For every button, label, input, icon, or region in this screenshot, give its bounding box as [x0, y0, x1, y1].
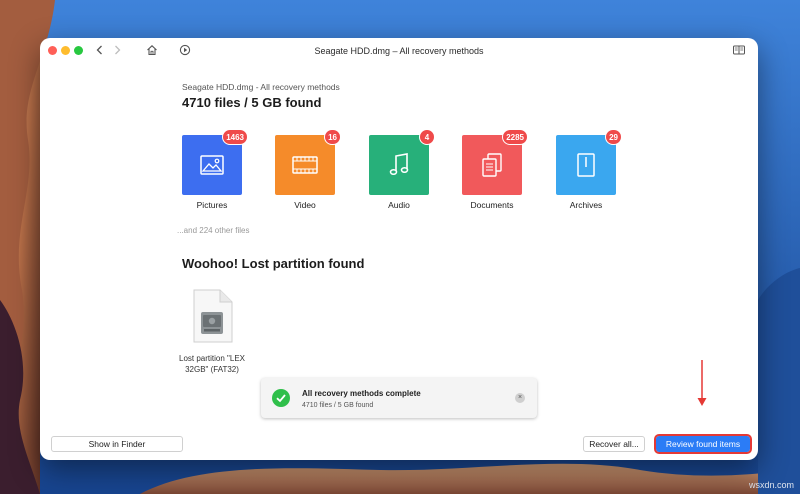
notification-subtitle: 4710 files / 5 GB found — [302, 402, 374, 409]
recover-all-button[interactable]: Recover all... — [583, 436, 645, 452]
app-window: Seagate HDD.dmg – All recovery methods S… — [40, 38, 758, 460]
music-note-icon — [389, 153, 409, 176]
category-pictures[interactable]: 1463 Pictures — [182, 129, 248, 210]
checkmark-icon — [272, 389, 290, 407]
documents-tile[interactable]: 2285 — [462, 129, 528, 195]
close-notification-icon[interactable]: × — [515, 393, 525, 403]
film-icon — [292, 156, 318, 174]
red-arrow-annotation-icon — [697, 360, 707, 406]
category-archives[interactable]: 29 Archives — [556, 129, 622, 210]
archives-tile[interactable]: 29 — [556, 129, 622, 195]
watermark-text: wsxdn.com — [748, 480, 794, 490]
show-in-finder-button[interactable]: Show in Finder — [51, 436, 183, 452]
sidebar-toggle-icon[interactable] — [732, 43, 746, 57]
category-video[interactable]: 16 Video — [275, 129, 341, 210]
pictures-count-badge: 1463 — [222, 129, 248, 145]
files-found-headline: 4710 files / 5 GB found — [182, 95, 322, 110]
category-label: Pictures — [196, 200, 228, 210]
category-label: Audio — [388, 200, 410, 210]
lost-partition-item[interactable]: Lost partition "LEX 32GB" (FAT32) — [168, 288, 256, 375]
video-count-badge: 16 — [324, 129, 341, 145]
category-label: Documents — [470, 200, 514, 210]
picture-icon — [200, 155, 224, 175]
archive-icon — [577, 153, 595, 177]
category-audio[interactable]: 4 Audio — [369, 129, 435, 210]
review-found-items-button[interactable]: Review found items — [654, 434, 752, 454]
lost-partition-label-line2: 32GB" (FAT32) — [185, 365, 239, 374]
scan-subtitle: Seagate HDD.dmg - All recovery methods — [182, 82, 340, 92]
lost-partition-title: Woohoo! Lost partition found — [182, 256, 365, 271]
window-title: Seagate HDD.dmg – All recovery methods — [314, 46, 484, 56]
category-label: Archives — [569, 200, 603, 210]
other-files-link[interactable]: ...and 224 other files — [177, 226, 250, 235]
scan-summary: Seagate HDD.dmg - All recovery methods 4… — [182, 82, 632, 110]
audio-count-badge: 4 — [419, 129, 435, 145]
documents-icon — [482, 153, 502, 177]
pictures-tile[interactable]: 1463 — [182, 129, 248, 195]
documents-count-badge: 2285 — [502, 129, 528, 145]
category-label: Video — [294, 200, 316, 210]
lost-partition-label-line1: Lost partition "LEX — [179, 354, 245, 363]
video-tile[interactable]: 16 — [275, 129, 341, 195]
audio-tile[interactable]: 4 — [369, 129, 435, 195]
category-documents[interactable]: 2285 Documents — [462, 129, 528, 210]
lost-partition-label: Lost partition "LEX 32GB" (FAT32) — [168, 353, 256, 375]
completion-notification: All recovery methods complete 4710 files… — [261, 378, 537, 418]
file-categories: 1463 Pictures 16 Video 4 Audio 2285 Docu… — [182, 129, 642, 215]
titlebar: Seagate HDD.dmg – All recovery methods — [40, 38, 758, 64]
notification-title: All recovery methods complete — [302, 389, 421, 398]
disk-image-file-icon — [193, 289, 233, 343]
archives-count-badge: 29 — [605, 129, 622, 145]
